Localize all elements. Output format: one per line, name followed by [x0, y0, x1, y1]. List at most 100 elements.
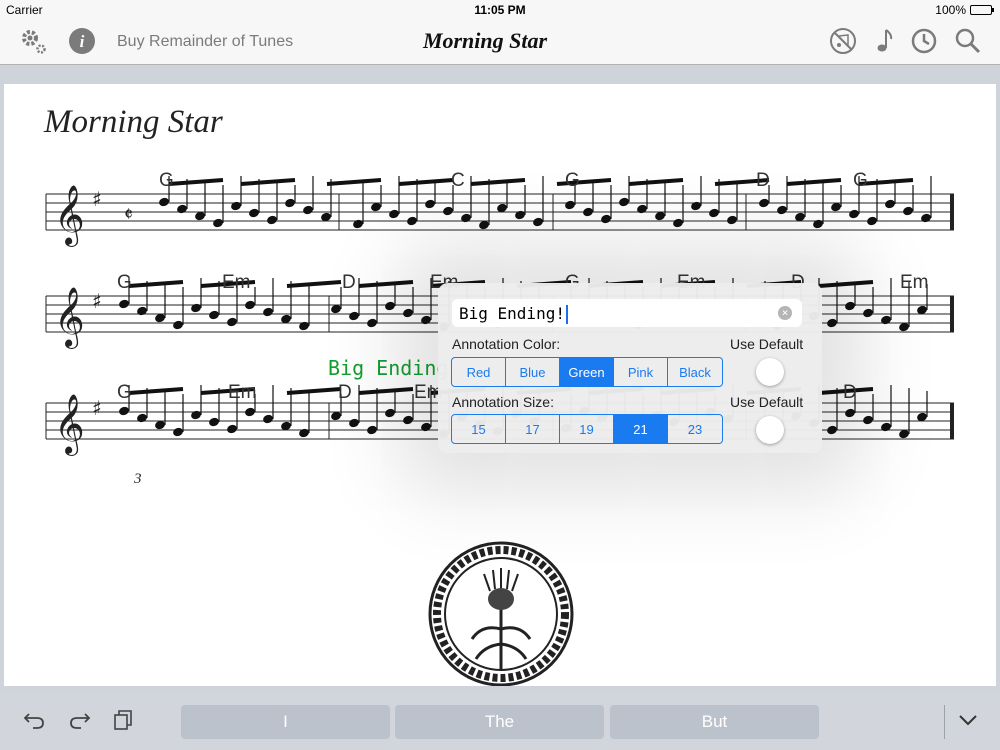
note-head [443, 206, 453, 216]
note-head [727, 215, 737, 225]
clock-icon[interactable] [909, 26, 939, 56]
use-default-color-toggle[interactable] [756, 358, 784, 386]
annotation-color-label: Annotation Color: [452, 336, 561, 352]
note-head [813, 219, 823, 229]
chord-symbol: G [159, 170, 174, 191]
chord-symbol: D [342, 272, 356, 293]
note-head [583, 207, 593, 217]
note-head [285, 198, 295, 208]
chord-symbol: G [853, 170, 868, 191]
chord-symbol: Em [228, 382, 257, 403]
redo-icon[interactable] [66, 707, 92, 733]
clear-text-icon[interactable]: × [778, 306, 792, 320]
note-head [425, 199, 435, 209]
music-note-icon[interactable] [869, 26, 899, 56]
note-head [159, 197, 169, 207]
color-blue-option[interactable]: Blue [506, 358, 560, 386]
note-head [385, 301, 395, 311]
note-head [119, 406, 129, 416]
use-default-color-label: Use Default [730, 336, 804, 352]
note-head [867, 216, 877, 226]
annotation-size-label: Annotation Size: [452, 394, 554, 410]
note-head [267, 215, 277, 225]
note-head [533, 217, 543, 227]
note-beam [628, 178, 684, 186]
note-beam [470, 178, 526, 186]
size-19-option[interactable]: 19 [560, 415, 614, 443]
annotation-popover: Big Ending! × Annotation Color: Use Defa… [438, 283, 822, 453]
color-pink-option[interactable]: Pink [614, 358, 668, 386]
chevron-down-icon[interactable] [955, 707, 981, 733]
chord-symbol: Em [222, 272, 251, 293]
note-head [845, 408, 855, 418]
undo-icon[interactable] [22, 707, 48, 733]
note-beam [818, 280, 874, 288]
suggestion-2[interactable]: The [395, 705, 604, 739]
note-head [845, 301, 855, 311]
note-head [349, 311, 359, 321]
note-head [759, 198, 769, 208]
note-beam [168, 178, 224, 186]
annotation-text-field[interactable]: Big Ending! × [452, 299, 802, 327]
size-23-option[interactable]: 23 [668, 415, 722, 443]
no-audio-icon[interactable] [828, 26, 858, 56]
note-head [777, 205, 787, 215]
battery-icon [970, 5, 994, 15]
note-beam [326, 178, 382, 186]
note-head [367, 318, 377, 328]
suggestion-1[interactable]: I [181, 705, 390, 739]
search-icon[interactable] [953, 26, 983, 56]
clock-time: 11:05 PM [474, 3, 526, 17]
note-head [421, 422, 431, 432]
note-beam [286, 280, 342, 288]
chord-symbol: C [451, 170, 465, 191]
color-red-option[interactable]: Red [452, 358, 506, 386]
note-head [209, 417, 219, 427]
note-beam [786, 178, 842, 186]
note-head [673, 218, 683, 228]
chord-symbol: D [338, 382, 352, 403]
note-head [515, 210, 525, 220]
note-head [137, 306, 147, 316]
color-green-option[interactable]: Green [560, 358, 614, 386]
key-signature-sharp: ♯ [92, 187, 102, 211]
note-head [231, 201, 241, 211]
size-15-option[interactable]: 15 [452, 415, 506, 443]
note-head [407, 216, 417, 226]
note-head [299, 428, 309, 438]
note-head [249, 208, 259, 218]
note-head [213, 218, 223, 228]
color-black-option[interactable]: Black [668, 358, 722, 386]
note-head [881, 315, 891, 325]
note-head [827, 425, 837, 435]
key-signature-sharp: ♯ [92, 396, 102, 420]
chord-symbol: G [117, 272, 132, 293]
use-default-size-toggle[interactable] [756, 416, 784, 444]
key-signature-sharp: ♯ [92, 289, 102, 313]
keyboard-shortcut-bar: I The But [0, 693, 1000, 750]
suggestion-3[interactable]: But [610, 705, 819, 739]
note-head [299, 321, 309, 331]
note-head [209, 310, 219, 320]
note-beam [358, 280, 414, 288]
note-head [619, 197, 629, 207]
note-beam [128, 387, 184, 395]
chord-symbol: D [843, 382, 857, 403]
annotation-text[interactable]: Big Ending [328, 356, 448, 380]
note-head [461, 213, 471, 223]
note-head [903, 206, 913, 216]
tune-title: Morning Star [44, 104, 223, 140]
note-head [885, 199, 895, 209]
chord-symbol: D [756, 170, 770, 191]
navigation-bar: i Buy Remainder of Tunes Morning Star [0, 20, 1000, 65]
note-head [245, 407, 255, 417]
size-17-option[interactable]: 17 [506, 415, 560, 443]
paste-icon[interactable] [110, 707, 136, 733]
size-21-option[interactable]: 21 [614, 415, 668, 443]
treble-clef: 𝄞 [54, 185, 85, 247]
annotation-color-selector: Red Blue Green Pink Black [451, 357, 723, 387]
note-head [863, 308, 873, 318]
note-head [921, 213, 931, 223]
note-head [367, 425, 377, 435]
note-head [637, 204, 647, 214]
